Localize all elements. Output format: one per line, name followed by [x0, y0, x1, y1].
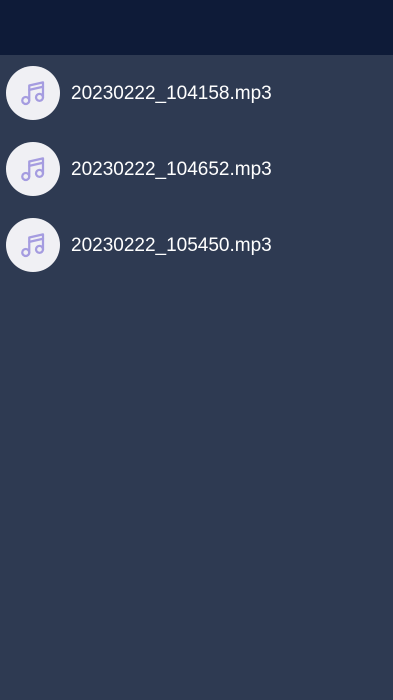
music-note-icon: [21, 233, 45, 258]
file-name: 20230222_104652.mp3: [71, 159, 272, 180]
file-name: 20230222_104158.mp3: [71, 83, 272, 104]
file-avatar: [6, 66, 60, 120]
music-note-icon: [21, 81, 45, 106]
file-list: 20230222_104158.mp3 20230222_104652.mp3 …: [0, 55, 393, 283]
file-item[interactable]: 20230222_104652.mp3: [0, 131, 393, 207]
file-avatar: [6, 218, 60, 272]
top-bar: [0, 0, 393, 55]
file-avatar: [6, 142, 60, 196]
file-item[interactable]: 20230222_104158.mp3: [0, 55, 393, 131]
file-name: 20230222_105450.mp3: [71, 235, 272, 256]
music-note-icon: [21, 157, 45, 182]
file-item[interactable]: 20230222_105450.mp3: [0, 207, 393, 283]
